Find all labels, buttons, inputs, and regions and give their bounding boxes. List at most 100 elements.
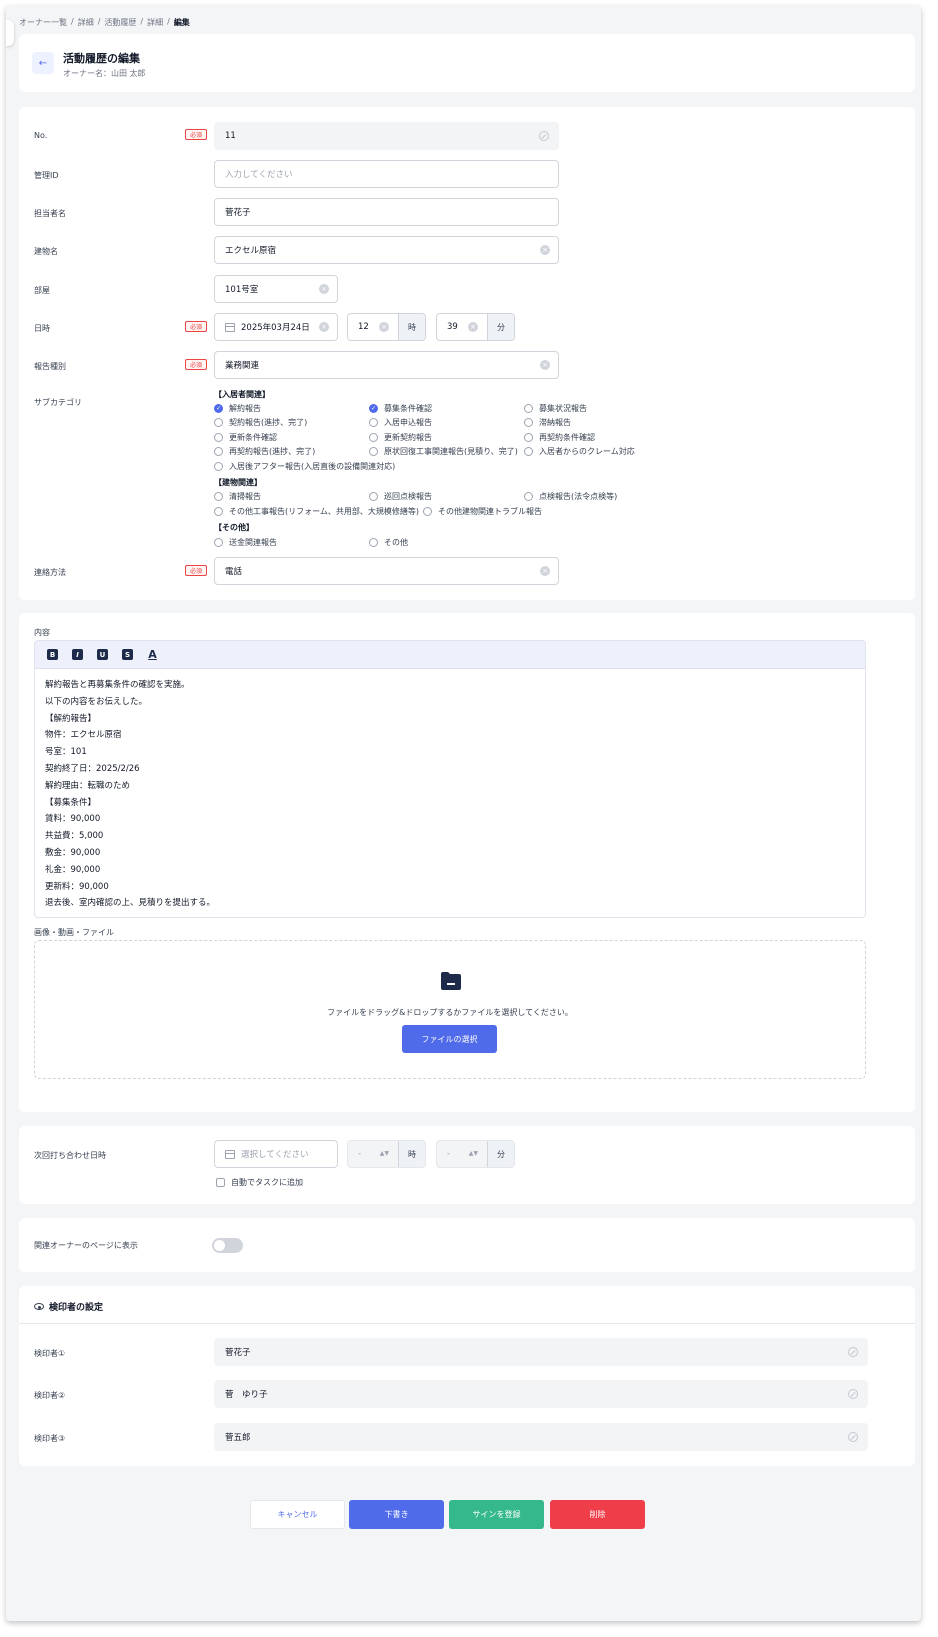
subcategory-checkbox[interactable]: その他工事報告(リフォーム、共用部、大規模修繕等) — [214, 506, 419, 517]
subcategory-checkbox[interactable]: 入居者からのクレーム対応 — [524, 446, 635, 457]
subcategory-checkbox[interactable]: 更新契約報告 — [369, 432, 432, 443]
subcategory-checkbox-label: 清掃報告 — [229, 492, 261, 501]
management-id-input[interactable]: 入力してください — [214, 160, 559, 188]
next-hour-select[interactable]: - ▲▼ 時 — [347, 1140, 426, 1168]
room-select[interactable]: 101号室 × — [214, 275, 338, 303]
subcategory-checkbox[interactable]: 契約報告(進捗、完了) — [214, 417, 307, 428]
subcategory-checkbox-label: 再契約報告(進捗、完了) — [229, 447, 316, 456]
files-label: 画像・動画・ファイル — [34, 928, 114, 937]
disabled-icon — [848, 1432, 858, 1442]
calendar-icon — [225, 1149, 235, 1159]
subcategory-checkbox-label: 原状回復工事関連報告(見積り、完了) — [384, 447, 518, 456]
delete-button[interactable]: 削除 — [550, 1500, 645, 1529]
minute-select[interactable]: 39 × 分 — [436, 313, 515, 341]
sign-button[interactable]: サインを登録 — [449, 1500, 544, 1529]
unchecked-icon — [524, 433, 533, 442]
required-badge: 必須 — [185, 321, 207, 332]
unchecked-icon — [369, 418, 378, 427]
text-color-button[interactable]: A — [147, 648, 158, 661]
unchecked-icon — [524, 447, 533, 456]
subcategory-checkbox[interactable]: 送金関連報告 — [214, 537, 277, 548]
subcategory-checkbox[interactable]: ✓ 募集条件確認 — [369, 403, 432, 414]
unchecked-icon — [524, 492, 533, 501]
subcategory-checkbox-label: 巡回点検報告 — [384, 492, 432, 501]
bold-button[interactable]: B — [47, 649, 58, 660]
dropzone-text: ファイルをドラッグ&ドロップするかファイルを選択してください。 — [327, 1008, 573, 1017]
building-select[interactable]: エクセル原宿 × — [214, 236, 559, 264]
breadcrumb-owner-list[interactable]: オーナー一覧 — [19, 17, 67, 28]
underline-button[interactable]: U — [97, 649, 108, 660]
owner-page-toggle[interactable] — [212, 1238, 243, 1253]
content-editor[interactable]: 解約報告と再募集条件の確認を実施。 以下の内容をお伝えした。 【解約報告】 物件：エ… — [34, 669, 866, 918]
unchecked-icon — [214, 492, 223, 501]
management-id-label: 管理ID — [34, 171, 59, 180]
next-date-picker[interactable]: 選択してください — [214, 1140, 338, 1168]
subcategory-checkbox-label: その他工事報告(リフォーム、共用部、大規模修繕等) — [229, 507, 419, 516]
subcategory-checkbox-label: 送金関連報告 — [229, 538, 277, 547]
breadcrumb-current: 編集 — [173, 18, 190, 27]
report-type-label: 報告種別 — [34, 362, 66, 371]
next-minute-select[interactable]: - ▲▼ 分 — [436, 1140, 515, 1168]
italic-button[interactable]: I — [72, 649, 83, 660]
clear-icon[interactable]: × — [319, 322, 329, 332]
approver-1-label: 検印者① — [34, 1349, 66, 1358]
group-title-building: 【建物関連】 — [214, 478, 262, 487]
hour-select[interactable]: 12 × 時 — [347, 313, 426, 341]
file-select-button[interactable]: ファイルの選択 — [402, 1025, 497, 1053]
datetime-label: 日時 — [34, 324, 50, 333]
sidebar-toggle[interactable] — [6, 20, 14, 46]
draft-button[interactable]: 下書き — [349, 1500, 444, 1529]
subcategory-checkbox[interactable]: その他 — [369, 537, 408, 548]
subcategory-checkbox[interactable]: 再契約報告(進捗、完了) — [214, 446, 315, 457]
subcategory-checkbox[interactable]: 巡回点検報告 — [369, 491, 432, 502]
breadcrumb-detail[interactable]: 詳細 — [78, 17, 94, 28]
subcategory-checkbox[interactable]: 入居申込報告 — [369, 417, 432, 428]
divider — [19, 1323, 915, 1324]
report-type-select[interactable]: 業務関連 × — [214, 351, 559, 379]
unchecked-icon — [214, 507, 223, 516]
clear-icon[interactable]: × — [319, 284, 329, 294]
subcategory-checkbox[interactable]: 入居後アフター報告(入居直後の設備関連対応) — [214, 461, 395, 472]
strikethrough-button[interactable]: S — [122, 649, 133, 660]
clear-icon[interactable]: × — [540, 566, 550, 576]
unchecked-icon — [524, 418, 533, 427]
subcategory-checkbox[interactable]: その他建物関連トラブル報告 — [423, 506, 542, 517]
breadcrumb-activity-detail[interactable]: 詳細 — [147, 17, 163, 28]
subcategory-checkbox[interactable]: 原状回復工事関連報告(見積り、完了) — [369, 446, 518, 457]
folder-icon — [441, 972, 461, 990]
minute-unit: 分 — [487, 1141, 514, 1167]
subcategory-checkbox[interactable]: 点検報告(法令点検等) — [524, 491, 617, 502]
date-picker[interactable]: 2025年03月24日 × — [214, 313, 338, 341]
subcategory-checkbox-label: 入居申込報告 — [384, 418, 432, 427]
back-button[interactable]: ← — [32, 52, 54, 74]
spinner-icon: ▲▼ — [468, 1150, 478, 1157]
unchecked-icon — [423, 507, 432, 516]
clear-icon[interactable]: × — [540, 360, 550, 370]
subcategory-checkbox[interactable]: 滞納報告 — [524, 417, 571, 428]
breadcrumb-activity[interactable]: 活動履歴 — [104, 17, 136, 28]
file-dropzone[interactable]: ファイルをドラッグ&ドロップするかファイルを選択してください。 ファイルの選択 — [34, 940, 866, 1079]
subcategory-checkbox[interactable]: ✓ 解約報告 — [214, 403, 261, 414]
clear-icon[interactable]: × — [379, 322, 389, 332]
subcategory-checkbox[interactable]: 再契約条件確認 — [524, 432, 595, 443]
clear-icon[interactable]: × — [468, 322, 478, 332]
subcategory-checkbox-label: 解約報告 — [229, 404, 261, 413]
contact-method-select[interactable]: 電話 × — [214, 557, 559, 585]
subcategory-checkbox-label: 滞納報告 — [539, 418, 571, 427]
reporter-input[interactable]: 菅花子 — [214, 198, 559, 226]
clear-icon[interactable]: × — [540, 245, 550, 255]
page-title: 活動履歴の編集 — [63, 52, 140, 65]
subcategory-checkbox[interactable]: 募集状況報告 — [524, 403, 587, 414]
unchecked-icon — [369, 433, 378, 442]
building-label: 建物名 — [34, 247, 58, 256]
minute-unit: 分 — [487, 314, 514, 340]
subcategory-checkbox-label: 更新契約報告 — [384, 433, 432, 442]
required-badge: 必須 — [185, 565, 207, 576]
cancel-button[interactable]: キャンセル — [250, 1500, 345, 1529]
subcategory-checkbox[interactable]: 更新条件確認 — [214, 432, 277, 443]
auto-task-checkbox[interactable]: 自動でタスクに追加 — [216, 1177, 303, 1188]
subcategory-checkbox-label: 入居後アフター報告(入居直後の設備関連対応) — [229, 462, 396, 471]
unchecked-icon — [214, 433, 223, 442]
subcategory-checkbox[interactable]: 清掃報告 — [214, 491, 261, 502]
content-label: 内容 — [34, 628, 50, 637]
